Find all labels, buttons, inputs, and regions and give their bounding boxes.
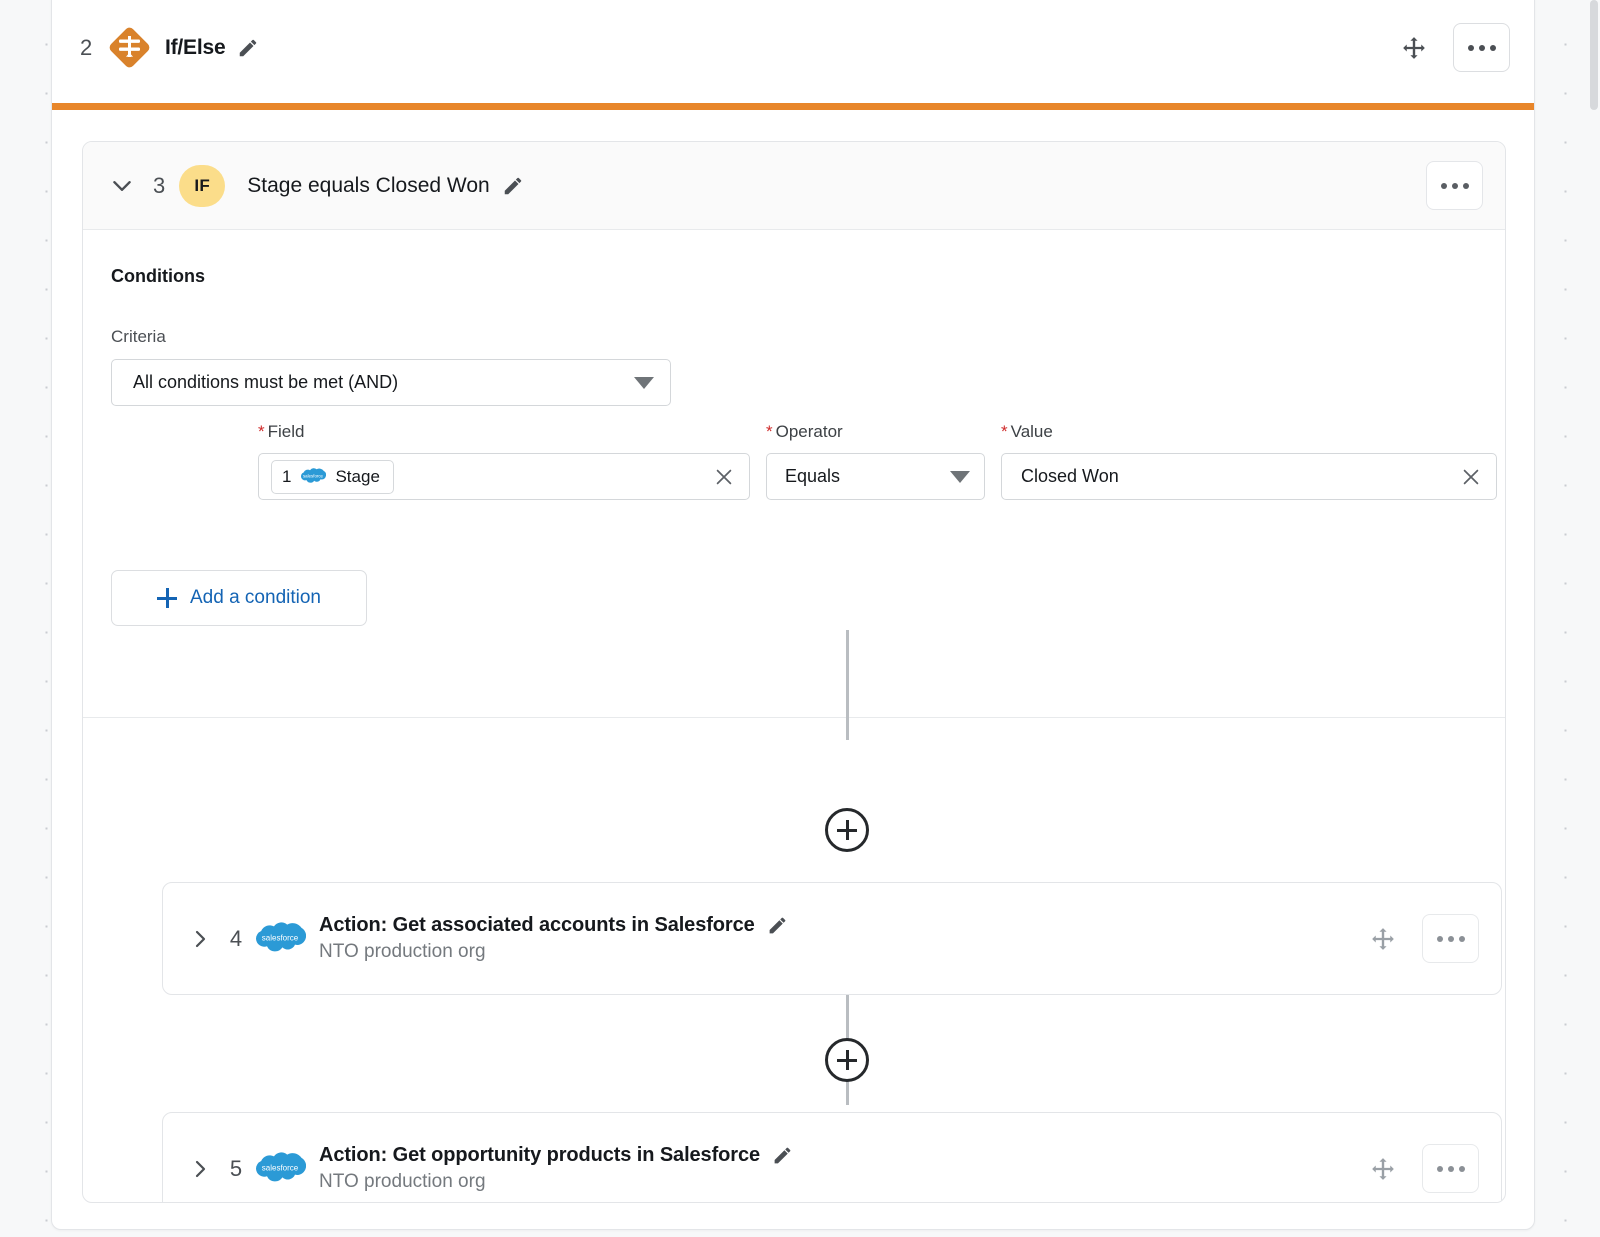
field-token-label: Stage	[335, 466, 380, 486]
action-title: Action: Get associated accounts in Sales…	[319, 914, 755, 936]
criteria-selected-value: All conditions must be met (AND)	[133, 372, 399, 392]
if-else-step-card: 2 If/Else 3 IF Stage equals Closed Won C…	[51, 0, 1535, 1230]
ellipsis-icon	[1467, 44, 1474, 51]
chevron-right-icon[interactable]	[181, 1157, 219, 1181]
field-input[interactable]: 1 salesforce Stage	[258, 453, 750, 500]
add-condition-button[interactable]: Add a condition	[111, 570, 367, 626]
value-text: Closed Won	[1021, 466, 1119, 486]
if-branch-card: 3 IF Stage equals Closed Won Conditions …	[82, 141, 1506, 1203]
condition-row: * Field 1 salesforce Stage * Operator Eq…	[258, 422, 1497, 500]
criteria-select[interactable]: All conditions must be met (AND)	[111, 359, 671, 406]
conditions-heading: Conditions	[111, 266, 205, 286]
step-accent-bar	[52, 103, 1534, 110]
operator-label: * Operator	[766, 422, 843, 441]
svg-text:salesforce: salesforce	[262, 1163, 299, 1172]
close-x-icon[interactable]	[1460, 466, 1482, 488]
flow-connector-line	[846, 630, 849, 740]
action-menu-button[interactable]	[1422, 914, 1479, 963]
svg-text:salesforce: salesforce	[262, 933, 299, 942]
vertical-scrollbar[interactable]	[1590, 0, 1598, 110]
field-token-index: 1	[282, 466, 292, 486]
ellipsis-icon	[1458, 1165, 1465, 1172]
add-node-button[interactable]	[825, 808, 869, 852]
step-header: 2 If/Else	[52, 0, 1534, 104]
step-menu-button[interactable]	[1453, 23, 1510, 72]
ellipsis-icon	[1489, 44, 1496, 51]
required-marker: *	[766, 422, 773, 441]
ellipsis-icon	[1440, 182, 1447, 189]
add-condition-label: Add a condition	[190, 587, 321, 608]
chevron-right-icon[interactable]	[181, 927, 219, 951]
chevron-down-icon	[950, 470, 970, 483]
chevron-down-icon	[634, 376, 654, 389]
required-marker: *	[258, 422, 265, 441]
action-number: 4	[229, 925, 243, 951]
ellipsis-icon	[1451, 182, 1458, 189]
svg-text:salesforce: salesforce	[303, 473, 324, 478]
salesforce-cloud-icon: salesforce	[253, 920, 307, 958]
field-token-chip[interactable]: 1 salesforce Stage	[271, 459, 394, 494]
close-x-icon[interactable]	[713, 466, 735, 488]
if-else-diamond-icon	[107, 25, 152, 70]
step-title: If/Else	[165, 35, 226, 59]
salesforce-cloud-icon: salesforce	[253, 1150, 307, 1188]
ellipsis-icon	[1447, 935, 1454, 942]
move-handle-icon[interactable]	[1401, 35, 1427, 61]
step-number: 2	[80, 34, 93, 60]
value-label: * Value	[1001, 422, 1053, 441]
branch-number: 3	[153, 172, 166, 198]
ellipsis-icon	[1478, 44, 1485, 51]
field-label: * Field	[258, 422, 305, 441]
operator-select[interactable]: Equals	[766, 453, 985, 500]
value-input[interactable]: Closed Won	[1001, 453, 1497, 500]
pencil-icon[interactable]	[767, 915, 788, 936]
action-card[interactable]: 5 salesforce Action: Get opportunity pro…	[162, 1112, 1502, 1202]
flow-canvas: 2 If/Else 3 IF Stage equals Closed Won C…	[0, 0, 1600, 1237]
branch-menu-button[interactable]	[1426, 161, 1483, 210]
action-subtitle: NTO production org	[319, 1171, 486, 1192]
chevron-down-icon[interactable]	[105, 173, 139, 199]
action-menu-button[interactable]	[1422, 1144, 1479, 1193]
move-handle-icon[interactable]	[1370, 1156, 1396, 1182]
branch-title: Stage equals Closed Won	[247, 173, 490, 197]
plus-icon	[157, 588, 177, 608]
branch-flow: 4 salesforce Action: Get associated acco…	[83, 630, 1505, 1202]
ellipsis-icon	[1436, 935, 1443, 942]
ellipsis-icon	[1458, 935, 1465, 942]
conditions-section: Conditions Criteria All conditions must …	[83, 230, 1505, 718]
ellipsis-icon	[1462, 182, 1469, 189]
required-marker: *	[1001, 422, 1008, 441]
action-title: Action: Get opportunity products in Sale…	[319, 1144, 760, 1166]
pencil-icon[interactable]	[237, 37, 259, 59]
salesforce-cloud-icon: salesforce	[300, 467, 327, 486]
pencil-icon[interactable]	[502, 175, 524, 197]
move-handle-icon[interactable]	[1370, 926, 1396, 952]
if-badge: IF	[179, 164, 226, 207]
action-subtitle: NTO production org	[319, 941, 486, 962]
ellipsis-icon	[1447, 1165, 1454, 1172]
value-group: * Value Closed Won	[1001, 422, 1497, 500]
action-number: 5	[229, 1155, 243, 1181]
criteria-label: Criteria	[111, 327, 166, 346]
operator-group: * Operator Equals	[766, 422, 985, 500]
field-group: * Field 1 salesforce Stage	[258, 422, 750, 500]
branch-header: 3 IF Stage equals Closed Won	[83, 142, 1505, 230]
add-node-button[interactable]	[825, 1038, 869, 1082]
action-card[interactable]: 4 salesforce Action: Get associated acco…	[162, 882, 1502, 995]
operator-value: Equals	[785, 466, 841, 486]
ellipsis-icon	[1436, 1165, 1443, 1172]
pencil-icon[interactable]	[772, 1145, 793, 1166]
